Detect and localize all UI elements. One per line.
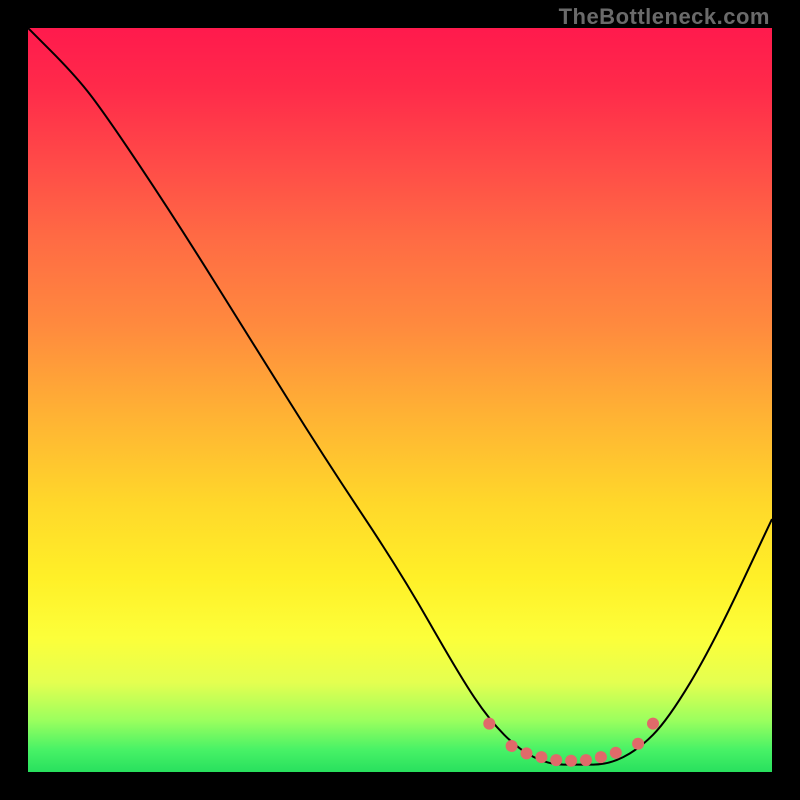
optimal-dot (580, 754, 592, 766)
optimal-dot (565, 755, 577, 767)
watermark-text: TheBottleneck.com (559, 4, 770, 30)
optimal-dot (521, 747, 533, 759)
optimal-dot (647, 718, 659, 730)
chart-plot-area (28, 28, 772, 772)
optimal-dot (535, 751, 547, 763)
optimal-dot (610, 747, 622, 759)
chart-frame: TheBottleneck.com (0, 0, 800, 800)
optimal-dot (550, 754, 562, 766)
optimal-dot (632, 738, 644, 750)
bottleneck-curve (28, 28, 772, 765)
optimal-dot (506, 740, 518, 752)
optimal-dot (595, 751, 607, 763)
optimal-dot (483, 718, 495, 730)
bottleneck-curve-svg (28, 28, 772, 772)
optimal-range-markers (483, 718, 659, 767)
